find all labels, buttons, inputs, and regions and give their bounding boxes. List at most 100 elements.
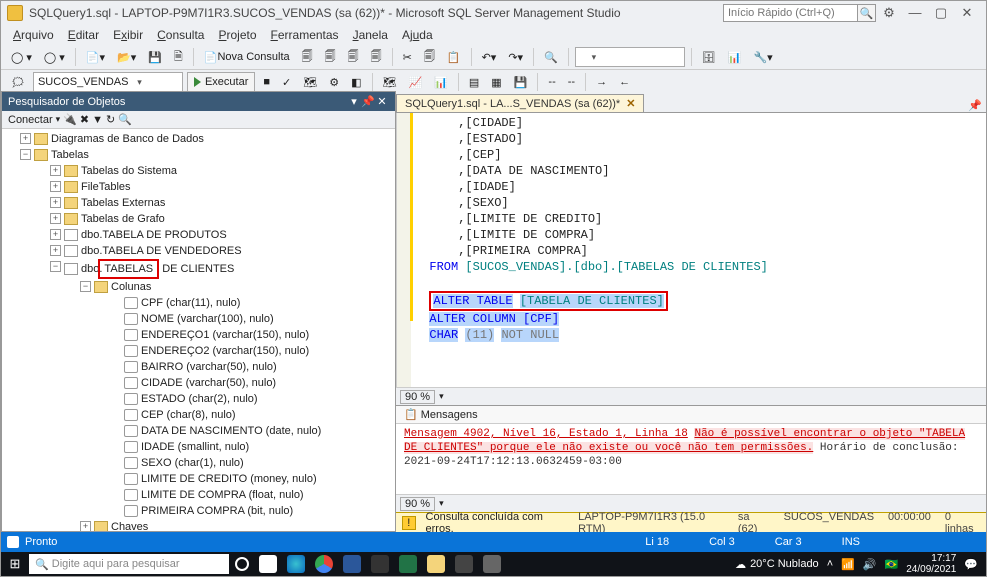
tab-close-icon[interactable]: ✕ (626, 97, 635, 110)
uncomment-icon[interactable]: -- (564, 72, 579, 92)
clock[interactable]: 17:1724/09/2021 (906, 553, 956, 575)
solution-combo[interactable]: ▾ (575, 47, 685, 67)
tree-column[interactable]: DATA DE NASCIMENTO (date, nulo) (110, 423, 393, 439)
new-query-button[interactable]: 📄 Nova Consulta (200, 47, 294, 67)
activity-monitor-icon[interactable]: 📊 (724, 47, 746, 67)
tree-column[interactable]: LIMITE DE CREDITO (money, nulo) (110, 471, 393, 487)
registered-servers-icon[interactable]: 🗄 (698, 47, 720, 67)
xmla-query-icon[interactable]: 🗐 (367, 47, 386, 67)
wifi-icon[interactable]: 📶 (841, 558, 855, 571)
client-stats-icon[interactable]: 📊 (430, 72, 452, 92)
tray-chevron-icon[interactable]: ˄ (827, 558, 833, 570)
tree-column[interactable]: CPF (char(11), nulo) (110, 295, 393, 311)
start-button[interactable]: ⊞ (1, 556, 29, 572)
tree-tables[interactable]: −Tabelas +Tabelas do Sistema +FileTables… (20, 147, 393, 531)
code-editor[interactable]: ,[CIDADE] ,[ESTADO] ,[CEP] ,[DATA DE NAS… (396, 113, 986, 387)
windows-search[interactable]: 🔍 Digite aqui para pesquisar (29, 554, 229, 574)
undo-button[interactable]: ↶▾ (478, 47, 501, 67)
new-file-button[interactable]: 📄▾ (82, 47, 109, 67)
comment-icon[interactable]: -- (544, 72, 559, 92)
query-options-icon[interactable]: ⚙ (325, 72, 343, 92)
tree-diagrams[interactable]: +Diagramas de Banco de Dados (20, 131, 393, 147)
tree-table-clients[interactable]: −dbo.TABELAS DE CLIENTES −Colunas CPF (c… (50, 259, 393, 531)
quick-launch-input[interactable] (723, 4, 858, 22)
save-button[interactable]: 💾 (144, 47, 166, 67)
panel-pin-icon[interactable]: 📌 (361, 95, 375, 108)
indent-icon[interactable]: → (592, 72, 611, 92)
tab-pin-icon[interactable]: 📌 (964, 99, 986, 112)
chrome-icon[interactable] (315, 555, 333, 573)
app2-icon[interactable] (483, 555, 501, 573)
outdent-icon[interactable]: ← (615, 72, 634, 92)
excel-icon[interactable] (399, 555, 417, 573)
tree-filetables[interactable]: +FileTables (50, 179, 393, 195)
dmx-query-icon[interactable]: 🗐 (344, 47, 363, 67)
redo-button[interactable]: ↷▾ (504, 47, 527, 67)
tree-column[interactable]: IDADE (smallint, nulo) (110, 439, 393, 455)
menu-janela[interactable]: Janela (347, 27, 394, 43)
find-button[interactable]: 🔍 (540, 47, 562, 67)
messages-body[interactable]: Mensagem 4902, Nível 16, Estado 1, Linha… (396, 424, 986, 494)
filter-icon[interactable]: ▼ (92, 114, 103, 126)
notifications-icon[interactable]: 💬 (964, 558, 978, 571)
tree-columns[interactable]: −Colunas CPF (char(11), nulo)NOME (varch… (80, 279, 393, 519)
results-grid-icon[interactable]: ▦ (487, 72, 505, 92)
maximize-button[interactable]: ▢ (928, 1, 954, 25)
connect-dropdown-icon[interactable]: ▾ (56, 114, 61, 125)
refresh-icon[interactable]: ↻ (106, 113, 115, 126)
menu-exibir[interactable]: Exibir (107, 27, 149, 43)
messages-tab[interactable]: 📋 Mensagens (396, 406, 986, 424)
taskview-icon[interactable] (259, 555, 277, 573)
editor-tab[interactable]: SQLQuery1.sql - LA...S_VENDAS (sa (62))*… (396, 94, 644, 112)
db-engine-query-icon[interactable]: 🗐 (298, 47, 317, 67)
menu-consulta[interactable]: Consulta (151, 27, 210, 43)
search-icon[interactable]: 🔍 (118, 113, 132, 126)
tree-table-vendors[interactable]: +dbo.TABELA DE VENDEDORES (50, 243, 393, 259)
menu-ferramentas[interactable]: Ferramentas (265, 27, 345, 43)
open-file-button[interactable]: 📂▾ (113, 47, 140, 67)
msg-zoom-combo[interactable]: 90 % (400, 497, 435, 511)
tree-column[interactable]: LIMITE DE COMPRA (float, nulo) (110, 487, 393, 503)
zoom-combo[interactable]: 90 % (400, 390, 435, 404)
mdx-query-icon[interactable]: 🗐 (321, 47, 340, 67)
tree-keys[interactable]: +Chaves (80, 519, 393, 531)
tree-graph-tables[interactable]: +Tabelas de Grafo (50, 211, 393, 227)
nav-back-button[interactable]: ◯ ▾ (7, 47, 36, 67)
tree-ext-tables[interactable]: +Tabelas Externas (50, 195, 393, 211)
tree-column[interactable]: NOME (varchar(100), nulo) (110, 311, 393, 327)
tree-column[interactable]: ENDEREÇO1 (varchar(150), nulo) (110, 327, 393, 343)
live-stats-icon[interactable]: 📈 (404, 72, 426, 92)
edge-icon[interactable] (287, 555, 305, 573)
sound-icon[interactable]: 🔊 (863, 558, 877, 571)
system-tray[interactable]: ☁ 20°C Nublado ˄ 📶 🔊 🇧🇷 17:1724/09/2021 … (727, 553, 986, 575)
sublime-icon[interactable] (371, 555, 389, 573)
cut-button[interactable]: ✂ (399, 47, 416, 67)
tree-table-products[interactable]: +dbo.TABELA DE PRODUTOS (50, 227, 393, 243)
word-icon[interactable] (343, 555, 361, 573)
stop-icon[interactable]: ✖ (80, 113, 89, 126)
menu-editar[interactable]: Editar (62, 27, 105, 43)
weather-widget[interactable]: ☁ 20°C Nublado (735, 558, 819, 571)
tree-column[interactable]: CIDADE (varchar(50), nulo) (110, 375, 393, 391)
settings-icon[interactable]: ⚙ (876, 1, 902, 25)
results-file-icon[interactable]: 💾 (510, 72, 532, 92)
stop-button[interactable]: ■ (259, 72, 274, 92)
lang-icon[interactable]: 🇧🇷 (885, 558, 899, 571)
tree-column[interactable]: BAIRRO (varchar(50), nulo) (110, 359, 393, 375)
menu-projeto[interactable]: Projeto (212, 27, 262, 43)
database-combo[interactable]: SUCOS_VENDAS▾ (33, 72, 183, 92)
tree-column[interactable]: CEP (char(8), nulo) (110, 407, 393, 423)
estimated-plan-icon[interactable]: 🗺 (299, 72, 321, 92)
close-button[interactable]: ✕ (954, 1, 980, 25)
tree-column[interactable]: PRIMEIRA COMPRA (bit, nulo) (110, 503, 393, 519)
tree-column[interactable]: ESTADO (char(2), nulo) (110, 391, 393, 407)
app-icon[interactable] (455, 555, 473, 573)
parse-button[interactable]: ✓ (278, 72, 295, 92)
minimize-button[interactable]: — (902, 1, 928, 25)
nav-fwd-button[interactable]: ◯ ▾ (40, 47, 69, 67)
cortana-icon[interactable] (235, 557, 249, 571)
tree-column[interactable]: SEXO (char(1), nulo) (110, 455, 393, 471)
disconnect-icon[interactable]: 🔌 (63, 113, 77, 126)
actual-plan-icon[interactable]: 🗺 (379, 72, 401, 92)
execute-button[interactable]: Executar (187, 72, 255, 92)
